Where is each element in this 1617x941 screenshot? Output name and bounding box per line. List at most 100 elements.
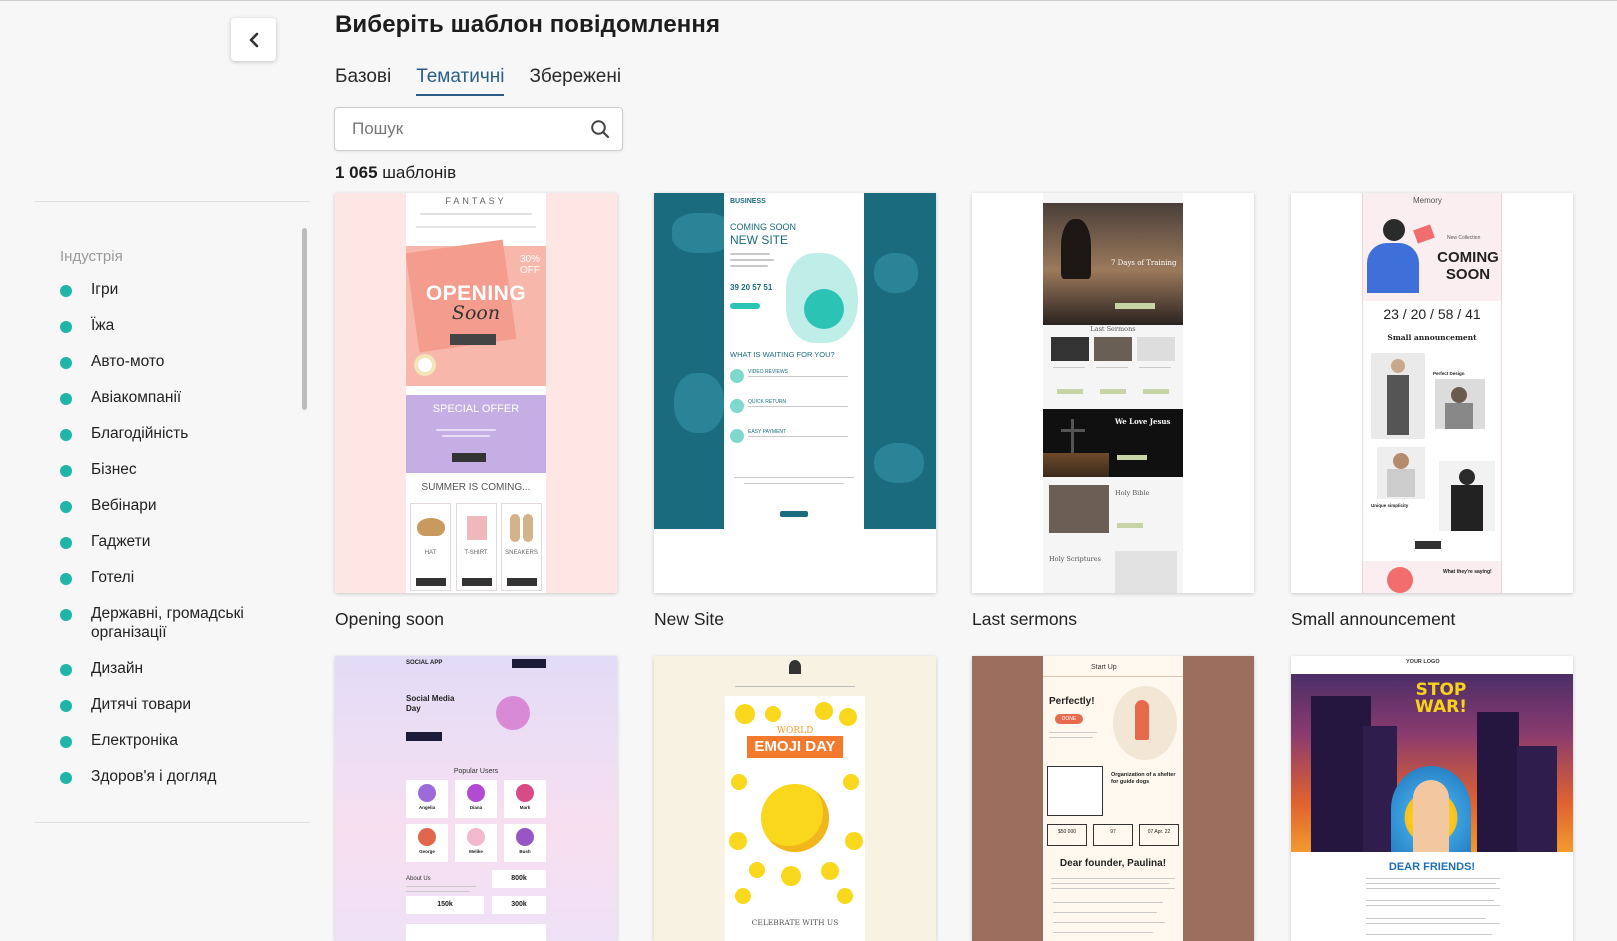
template-preview[interactable]: Start Up Perfectly! DONE Organization of… <box>972 656 1254 941</box>
preview-about: About Us <box>406 876 431 882</box>
bullet-dot <box>60 285 72 297</box>
preview-offer: SPECIAL OFFER <box>432 403 520 415</box>
back-button[interactable] <box>231 18 276 61</box>
search-input[interactable] <box>352 119 590 139</box>
page-title: Виберіть шаблон повідомлення <box>335 11 721 38</box>
template-title: Small announcement <box>1291 609 1456 629</box>
bullet-dot <box>60 501 72 513</box>
preview-section3: Holy Bible <box>1115 489 1150 497</box>
template-card-new-site[interactable]: BUSINESS COMING SOON NEW SITE 39 20 57 5… <box>654 193 936 630</box>
industry-item-charity[interactable]: Благодійність <box>60 424 300 460</box>
industry-heading: Індустрія <box>60 248 123 265</box>
bullet-dot <box>60 537 72 549</box>
chevron-left-icon <box>249 32 258 47</box>
bullet-dot <box>60 664 72 676</box>
preview-brand: Memory <box>1413 196 1442 205</box>
preview-script: Soon <box>451 302 501 324</box>
email-preview: FANTASY 30% OFF OPENING Soon SPECIAL OFF… <box>406 193 546 593</box>
industry-item-electronics[interactable]: Електроніка <box>60 731 300 767</box>
template-preview[interactable]: Memory New Collection COMING SOON 23 / 2… <box>1291 193 1573 593</box>
sidebar-divider-bottom <box>35 822 310 823</box>
template-preview[interactable]: STOP WAR! YOUR LOGO DEAR FRIENDS! <box>1291 656 1573 941</box>
template-card-small-announcement[interactable]: Memory New Collection COMING SOON 23 / 2… <box>1291 193 1573 630</box>
preview-section1: Last Sermons <box>1090 325 1136 333</box>
industry-item-hotels[interactable]: Готелі <box>60 568 300 604</box>
preview-footer: CELEBRATE WITH US <box>751 918 839 927</box>
sidebar-scrollbar[interactable] <box>302 228 307 410</box>
template-count: 1 065 шаблонів <box>335 163 457 182</box>
industry-item-government[interactable]: Державні, громадські організації <box>60 604 300 659</box>
template-card-stop-war[interactable]: STOP WAR! YOUR LOGO DEAR FRIENDS! <box>1291 656 1573 941</box>
email-preview: Memory New Collection COMING SOON 23 / 2… <box>1362 193 1502 593</box>
industry-item-auto[interactable]: Авто-мото <box>60 352 300 388</box>
template-card-opening-soon[interactable]: FANTASY 30% OFF OPENING Soon SPECIAL OFF… <box>335 193 617 630</box>
email-preview: 7 Days of Training Last Sermons We Love … <box>1043 193 1183 593</box>
template-card-last-sermons[interactable]: 7 Days of Training Last Sermons We Love … <box>972 193 1254 630</box>
preview-hero: 7 Days of Training <box>1111 259 1177 267</box>
sidebar-divider-top <box>35 201 310 202</box>
preview-section: WHAT IS WAITING FOR YOU? <box>730 350 835 359</box>
preview-brand: FANTASY <box>445 196 507 206</box>
template-title: Opening soon <box>335 609 444 629</box>
preview-footer: Dear founder, Paulina! <box>1059 858 1167 869</box>
preview-headline: Social Media Day <box>406 694 455 713</box>
tab-saved[interactable]: Збережені <box>529 66 621 96</box>
preview-section2: We Love Jesus <box>1115 417 1171 426</box>
template-card-start-up[interactable]: Start Up Perfectly! DONE Organization of… <box>972 656 1254 941</box>
bullet-dot <box>60 321 72 333</box>
search-box <box>334 107 623 151</box>
template-preview[interactable]: SOCIAL APP Social Media Day Popular User… <box>335 656 617 941</box>
bullet-dot <box>60 357 72 369</box>
template-card-social-media[interactable]: SOCIAL APP Social Media Day Popular User… <box>335 656 617 941</box>
industry-item-business[interactable]: Бізнес <box>60 460 300 496</box>
industry-item-gadgets[interactable]: Гаджети <box>60 532 300 568</box>
preview-headline: Perfectly! <box>1049 696 1095 707</box>
window-top-border <box>0 0 1617 5</box>
industry-list: Ігри Їжа Авто-мото Авіакомпанії Благодій… <box>60 280 300 803</box>
bullet-dot <box>60 700 72 712</box>
email-preview: WORLD EMOJI DAY CELEBRATE WITH US <box>725 656 865 941</box>
preview-kicker: WORLD <box>776 726 814 736</box>
industry-item-health[interactable]: Здоров'я і догляд <box>60 767 300 803</box>
email-preview: SOCIAL APP Social Media Day Popular User… <box>406 656 546 941</box>
template-title: Last sermons <box>972 609 1078 629</box>
preview-headline: EMOJI DAY <box>747 736 843 758</box>
bullet-dot <box>60 393 72 405</box>
preview-section: Popular Users <box>453 768 499 775</box>
preview-kicker: COMING SOON <box>730 222 797 232</box>
tab-thematic[interactable]: Тематичні <box>416 66 505 96</box>
bullet-dot <box>60 772 72 784</box>
industry-item-food[interactable]: Їжа <box>60 316 300 352</box>
bullet-dot <box>60 573 72 585</box>
preview-countdown: 23 / 20 / 58 / 41 <box>1383 306 1481 322</box>
preview-season: SUMMER IS COMING... <box>421 482 531 493</box>
template-preview[interactable]: FANTASY 30% OFF OPENING Soon SPECIAL OFF… <box>335 193 617 593</box>
industry-item-kids[interactable]: Дитячі товари <box>60 695 300 731</box>
industry-item-airlines[interactable]: Авіакомпанії <box>60 388 300 424</box>
template-card-emoji-day[interactable]: WORLD EMOJI DAY CELEBRATE WITH US <box>654 656 936 941</box>
bullet-dot <box>60 429 72 441</box>
template-preview[interactable]: WORLD EMOJI DAY CELEBRATE WITH US <box>654 656 936 941</box>
preview-headline: COMING SOON <box>1437 249 1499 283</box>
industry-item-games[interactable]: Ігри <box>60 280 300 316</box>
tab-basic[interactable]: Базові <box>335 66 391 96</box>
industry-item-webinars[interactable]: Вебінари <box>60 496 300 532</box>
preview-footer: DEAR FRIENDS! <box>1388 861 1476 873</box>
preview-brand: YOUR LOGO <box>1406 659 1440 665</box>
template-tabs: Базові Тематичні Збережені <box>335 66 646 96</box>
bullet-dot <box>60 465 72 477</box>
preview-brand: SOCIAL APP <box>406 660 443 666</box>
email-preview: BUSINESS COMING SOON NEW SITE 39 20 57 5… <box>724 193 864 529</box>
template-preview[interactable]: 7 Days of Training Last Sermons We Love … <box>972 193 1254 593</box>
search-icon[interactable] <box>590 119 610 139</box>
preview-brand: BUSINESS <box>730 198 766 205</box>
template-title: New Site <box>654 609 725 629</box>
industry-item-design[interactable]: Дизайн <box>60 659 300 695</box>
preview-section: Small announcement <box>1387 333 1477 342</box>
preview-countdown: 39 20 57 51 <box>730 283 773 292</box>
preview-headline: STOP WAR! <box>1415 680 1467 717</box>
bullet-dot <box>60 609 72 621</box>
template-preview[interactable]: BUSINESS COMING SOON NEW SITE 39 20 57 5… <box>654 193 936 593</box>
email-preview: Start Up Perfectly! DONE Organization of… <box>1043 656 1183 941</box>
preview-headline: NEW SITE <box>730 233 789 247</box>
